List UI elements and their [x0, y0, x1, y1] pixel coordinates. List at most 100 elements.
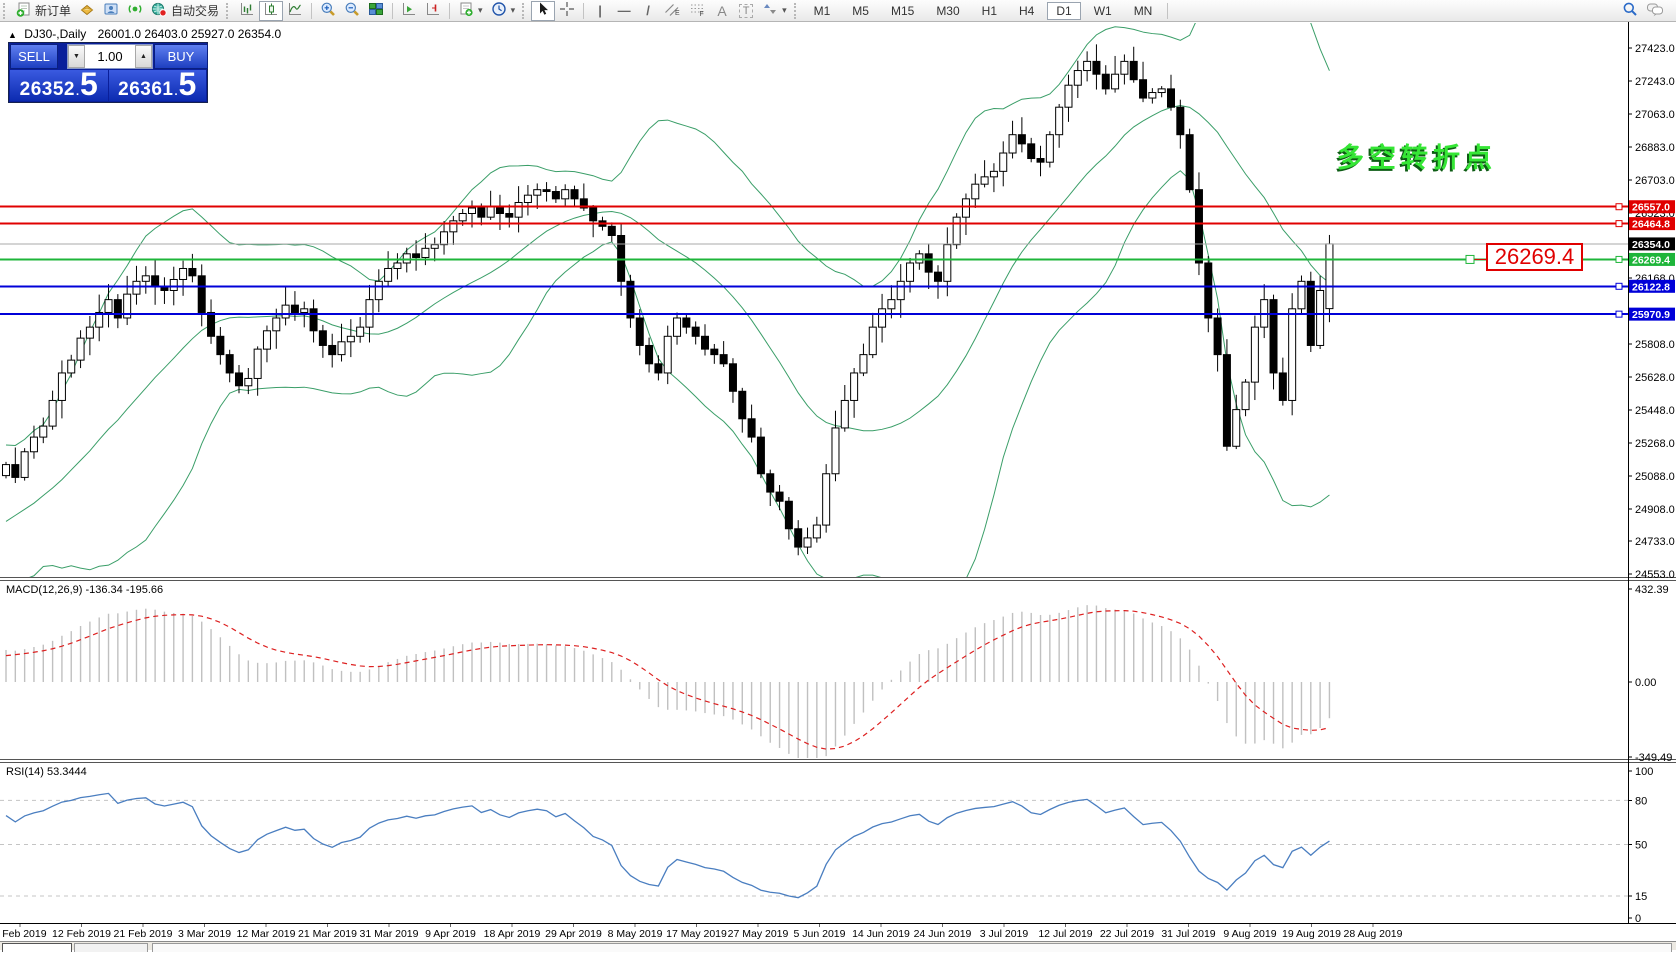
- chart-tab[interactable]: [152, 943, 1672, 952]
- zoom-in-button[interactable]: [316, 1, 340, 21]
- timeframe-button-m15[interactable]: M15: [882, 2, 923, 20]
- auto-trading-button[interactable]: 自动交易: [147, 1, 223, 21]
- timeframe-button-d1[interactable]: D1: [1047, 2, 1080, 20]
- current-price-axis-label: 26354.0: [1629, 237, 1675, 251]
- hline-axis-label: 26269.4: [1629, 253, 1675, 266]
- buy-price-dot: .: [174, 86, 177, 98]
- text-label-tool-button[interactable]: T: [734, 1, 758, 21]
- price-callout-box[interactable]: 26269.4: [1486, 243, 1583, 271]
- profiles-button[interactable]: [99, 1, 123, 21]
- new-order-icon: [16, 1, 32, 20]
- community-chat-button[interactable]: [1642, 1, 1668, 21]
- data-feed-button[interactable]: [123, 1, 147, 21]
- market-watch-button[interactable]: [75, 1, 99, 21]
- price-tick-label: 25088.0: [1635, 471, 1675, 483]
- horizontal-line-tool-button[interactable]: —: [612, 1, 636, 21]
- chart-shift-button[interactable]: [421, 1, 445, 21]
- price-tick-label: 27063.0: [1635, 109, 1675, 121]
- sell-price-main: 26352: [20, 79, 75, 101]
- macd-indicator-label: MACD(12,26,9) -136.34 -195.66: [6, 584, 163, 596]
- ohlc-values: 26001.0 26403.0 25927.0 26354.0: [98, 27, 282, 41]
- volume-increase-button[interactable]: ▲: [135, 45, 152, 68]
- hline-axis-label: 25970.9: [1629, 308, 1675, 322]
- chat-bubbles-icon: [1646, 1, 1664, 20]
- trendline-icon: /: [646, 3, 650, 18]
- candlestick-mode-button[interactable]: [259, 1, 283, 21]
- bar-chart-mode-button[interactable]: [235, 1, 259, 21]
- horizontal-line-icon: —: [618, 3, 631, 18]
- hline-axis-label: 26557.0: [1629, 200, 1675, 214]
- channel-tool-button[interactable]: E: [660, 1, 685, 21]
- sell-price-button[interactable]: 26352.5: [10, 70, 108, 101]
- search-icon: [1622, 1, 1638, 20]
- signal-icon: [127, 1, 143, 20]
- svg-text:F: F: [700, 11, 704, 17]
- chevron-down-icon: ▾: [782, 5, 787, 16]
- price-tick-label: 25628.0: [1635, 372, 1675, 384]
- add-indicator-icon: [458, 1, 474, 20]
- timeframe-button-h4[interactable]: H4: [1010, 2, 1043, 20]
- periods-button[interactable]: ▾: [487, 1, 520, 21]
- toolbar-grip[interactable]: [3, 3, 9, 19]
- date-label: 31 Mar 2019: [360, 928, 419, 940]
- sell-button[interactable]: SELL: [10, 44, 58, 69]
- collapse-triangle-icon[interactable]: ▲: [8, 30, 17, 40]
- crosshair-tool-button[interactable]: [555, 1, 579, 21]
- gold-cube-icon: [79, 1, 95, 20]
- trendline-tool-button[interactable]: /: [636, 1, 660, 21]
- hline-axis-label: 26464.8: [1629, 217, 1675, 231]
- vertical-line-tool-button[interactable]: |: [588, 1, 612, 21]
- turning-point-annotation[interactable]: 多空转折点: [1337, 136, 1497, 175]
- cursor-tool-button[interactable]: [531, 1, 555, 21]
- chart-tab[interactable]: [2, 943, 72, 952]
- volume-decrease-button[interactable]: ▼: [68, 45, 85, 68]
- price-tick-label: 27423.0: [1635, 43, 1675, 55]
- timeframe-button-mn[interactable]: MN: [1125, 2, 1162, 20]
- svg-text:25970.9: 25970.9: [1632, 309, 1670, 321]
- date-label: 12 Jul 2019: [1038, 928, 1092, 940]
- buy-price-big-digit: 5: [179, 71, 197, 97]
- cursor-icon: [535, 1, 551, 20]
- toolbar-grip[interactable]: [226, 3, 232, 19]
- arrows-tool-button[interactable]: ▾: [758, 1, 791, 21]
- new-order-button[interactable]: 新订单: [12, 1, 75, 21]
- indicators-button[interactable]: ▾: [454, 1, 487, 21]
- symbol-header: ▲ DJ30-,Daily 26001.0 26403.0 25927.0 26…: [8, 27, 281, 41]
- toolbar-grip[interactable]: [522, 3, 528, 19]
- date-label: 29 Apr 2019: [545, 928, 602, 940]
- date-label: 14 Jun 2019: [852, 928, 910, 940]
- svg-text:26269.4: 26269.4: [1632, 254, 1670, 266]
- tile-windows-button[interactable]: [364, 1, 388, 21]
- date-label: 12 Mar 2019: [237, 928, 296, 940]
- date-label: 8 May 2019: [608, 928, 663, 940]
- zoom-out-button[interactable]: [340, 1, 364, 21]
- hline-axis-label: 26122.8: [1629, 280, 1675, 294]
- tile-windows-icon: [368, 1, 384, 20]
- date-label: 12 Feb 2019: [52, 928, 111, 940]
- volume-input[interactable]: [85, 45, 135, 68]
- date-label: 22 Jul 2019: [1100, 928, 1154, 940]
- chart-window[interactable]: 27423.027243.027063.026883.026703.026523…: [0, 0, 1676, 950]
- timeframe-button-w1[interactable]: W1: [1085, 2, 1121, 20]
- date-label: 3 Jul 2019: [980, 928, 1029, 940]
- timeframe-button-m30[interactable]: M30: [927, 2, 968, 20]
- search-button[interactable]: [1618, 1, 1642, 21]
- fibonacci-tool-button[interactable]: F: [685, 1, 710, 21]
- date-label: 18 Apr 2019: [484, 928, 541, 940]
- price-tick-label: 50: [1635, 840, 1647, 852]
- timeframe-button-m5[interactable]: M5: [843, 2, 878, 20]
- text-tool-button[interactable]: A: [710, 1, 734, 21]
- chart-tab[interactable]: [74, 943, 148, 952]
- auto-scroll-button[interactable]: [397, 1, 421, 21]
- fibonacci-icon: F: [689, 1, 706, 20]
- timeframe-button-h1[interactable]: H1: [973, 2, 1006, 20]
- toolbar-grip[interactable]: [794, 3, 800, 19]
- line-chart-mode-button[interactable]: [283, 1, 307, 21]
- text-tool-icon: A: [717, 3, 726, 19]
- timeframe-button-m1[interactable]: M1: [805, 2, 840, 20]
- date-label: 31 Jul 2019: [1161, 928, 1215, 940]
- buy-price-button[interactable]: 26361.5: [109, 70, 207, 101]
- main-toolbar: 新订单 自动交易 ▾ ▾ | — / E F A T ▾ M1M5M15M30 H…: [0, 0, 1676, 22]
- bar-chart-icon: [239, 1, 255, 20]
- date-label: 9 Aug 2019: [1223, 928, 1276, 940]
